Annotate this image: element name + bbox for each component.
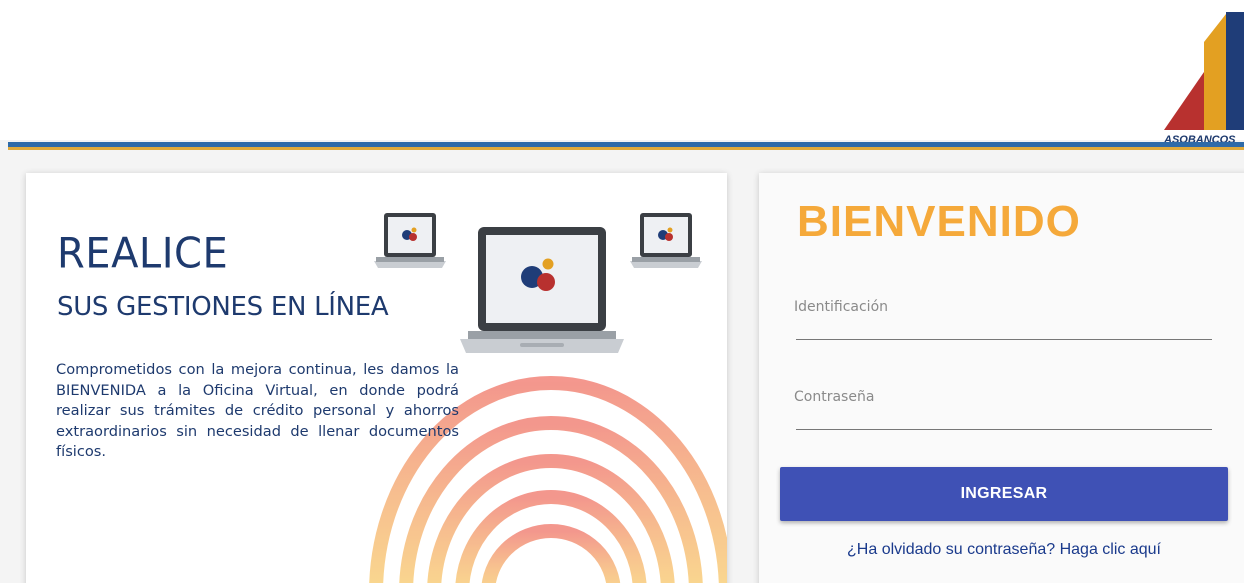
forgot-password-link[interactable]: ¿Ha olvidado su contraseña? Haga clic aq… (780, 541, 1228, 559)
login-button[interactable]: INGRESAR (780, 467, 1228, 521)
identification-input[interactable] (796, 313, 1212, 339)
password-input[interactable] (796, 403, 1212, 429)
promo-description: Comprometidos con la mejora continua, le… (56, 361, 459, 460)
laptop-icon (630, 213, 702, 268)
laptop-icon (374, 213, 446, 268)
login-card: BIENVENIDO Identificación Contraseña ING… (759, 173, 1244, 583)
header-gold-stripe (8, 147, 1244, 150)
promo-headline: REALICE (57, 229, 229, 279)
promo-subheadline: SUS GESTIONES EN LÍNEA (57, 292, 389, 322)
asobancos-logo-icon (1164, 12, 1244, 130)
laptop-icon (460, 227, 624, 353)
identification-underline (796, 339, 1212, 340)
password-underline (796, 429, 1212, 430)
login-title: BIENVENIDO (797, 197, 1081, 246)
promo-card: REALICE SUS GESTIONES EN LÍNEA Compromet… (26, 173, 727, 583)
header-bar: ASOBANCOS (0, 0, 1244, 146)
